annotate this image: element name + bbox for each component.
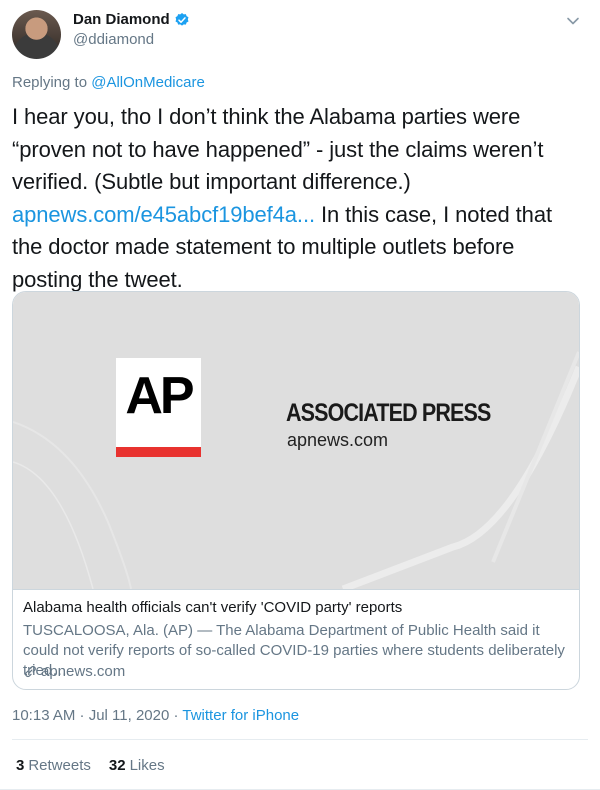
card-title[interactable]: Alabama health officials can't verify 'C…	[23, 599, 402, 616]
divider	[12, 739, 588, 740]
card-image[interactable]: AP ASSOCIATED PRESS apnews.com	[13, 292, 579, 589]
avatar[interactable]	[12, 10, 61, 59]
tweet-text-part-1: I hear you, tho I don’t think the Alabam…	[12, 104, 544, 194]
tweet-stats: 3 Retweets 32 Likes	[16, 757, 165, 774]
retweets-count: 3	[16, 757, 25, 774]
ap-logo: AP	[116, 358, 201, 457]
retweets-label: Retweets	[28, 757, 91, 774]
ap-logo-red-bar	[116, 447, 201, 457]
tweet-time[interactable]: 10:13 AM · Jul 11, 2020 ·	[12, 707, 182, 724]
tweet-timestamp: 10:13 AM · Jul 11, 2020 · Twitter for iP…	[12, 707, 299, 724]
replying-to-link[interactable]: @AllOnMedicare	[91, 74, 205, 91]
author-block: Dan Diamond @ddiamond	[73, 11, 190, 48]
card-info[interactable]: Alabama health officials can't verify 'C…	[13, 589, 579, 689]
tweet-source-link[interactable]: Twitter for iPhone	[182, 707, 299, 724]
replying-to: Replying to @AllOnMedicare	[12, 74, 205, 91]
tweet: Dan Diamond @ddiamond Replying to @AllOn…	[0, 0, 600, 790]
tweet-text: I hear you, tho I don’t think the Alabam…	[12, 101, 588, 296]
tweet-link[interactable]: apnews.com/e45abcf19bef4a...	[12, 202, 315, 227]
replying-prefix: Replying to	[12, 74, 92, 91]
card-brand: ASSOCIATED PRESS	[286, 399, 491, 427]
verified-badge-icon	[175, 12, 189, 26]
ap-logo-text: AP	[125, 367, 194, 425]
retweets-stat[interactable]: 3 Retweets	[16, 757, 91, 774]
author-name[interactable]: Dan Diamond	[73, 11, 170, 28]
likes-stat[interactable]: 32 Likes	[109, 757, 165, 774]
link-icon	[25, 665, 36, 678]
author-handle[interactable]: @ddiamond	[73, 31, 190, 48]
card-brand-domain: apnews.com	[287, 430, 389, 450]
card-domain: apnews.com	[23, 663, 125, 680]
likes-count: 32	[108, 757, 126, 774]
card-domain-text: apnews.com	[41, 663, 126, 680]
chevron-down-icon[interactable]	[566, 14, 580, 28]
link-card[interactable]: AP ASSOCIATED PRESS apnews.com Alabama h…	[12, 291, 580, 690]
likes-label: Likes	[129, 757, 165, 774]
